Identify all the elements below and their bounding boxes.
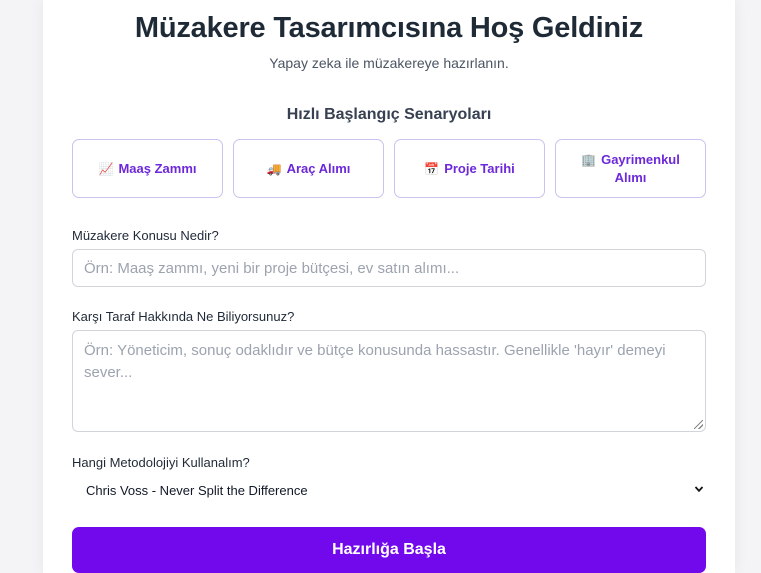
scenario-button-salary-raise[interactable]: 📈 Maaş Zammı bbox=[72, 139, 223, 198]
scenario-label: Maaş Zammı bbox=[118, 160, 197, 176]
page-subtitle: Yapay zeka ile müzakereye hazırlanın. bbox=[269, 55, 509, 71]
scenario-button-project-deadline[interactable]: 📅 Proje Tarihi bbox=[394, 139, 545, 198]
counterparty-label: Karşı Taraf Hakkında Ne Biliyorsunuz? bbox=[72, 309, 295, 324]
calendar-icon: 📅 bbox=[424, 161, 440, 176]
counterparty-placeholder: Örn: Yöneticim, sonuç odaklıdır ve bütçe… bbox=[84, 342, 666, 381]
scenario-button-real-estate[interactable]: 🏢 Gayrimenkul Alımı bbox=[555, 139, 706, 198]
methodology-selected-value: Chris Voss - Never Split the Difference bbox=[86, 482, 308, 498]
start-preparation-button[interactable]: Hazırlığa Başla bbox=[72, 527, 706, 573]
scenario-label: Gayrimenkul Alımı bbox=[601, 151, 680, 185]
quick-start-title: Hızlı Başlangıç Senaryoları bbox=[286, 106, 492, 123]
counterparty-textarea[interactable]: Örn: Yöneticim, sonuç odaklıdır ve bütçe… bbox=[72, 330, 706, 432]
topic-placeholder: Örn: Maaş zammı, yeni bir proje bütçesi,… bbox=[84, 259, 460, 277]
topic-input[interactable]: Örn: Maaş zammı, yeni bir proje bütçesi,… bbox=[72, 249, 706, 287]
welcome-card: Müzakere Tasarımcısına Hoş Geldiniz Yapa… bbox=[43, 0, 735, 573]
chart-increasing-icon: 📈 bbox=[98, 161, 114, 176]
topic-label: Müzakere Konusu Nedir? bbox=[72, 228, 219, 243]
truck-icon: 🚚 bbox=[266, 161, 282, 176]
methodology-select[interactable]: Chris Voss - Never Split the Difference bbox=[72, 476, 706, 504]
page-title: Müzakere Tasarımcısına Hoş Geldiniz bbox=[134, 12, 644, 44]
scenario-label: Proje Tarihi bbox=[444, 160, 515, 176]
office-building-icon: 🏢 bbox=[581, 152, 597, 167]
resize-handle-icon[interactable] bbox=[694, 420, 703, 429]
scenario-button-vehicle-purchase[interactable]: 🚚 Araç Alımı bbox=[233, 139, 384, 198]
chevron-down-icon bbox=[694, 486, 704, 493]
methodology-label: Hangi Metodolojiyi Kullanalım? bbox=[72, 455, 250, 470]
scenario-label: Araç Alımı bbox=[286, 160, 351, 176]
